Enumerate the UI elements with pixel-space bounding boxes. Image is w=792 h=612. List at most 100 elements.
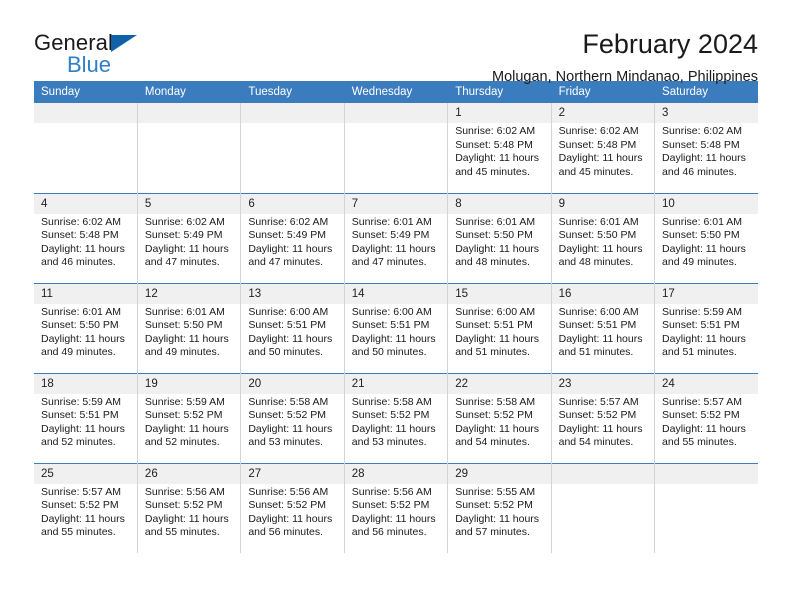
day-number: 12 bbox=[137, 283, 241, 304]
sunset-time: Sunset: 5:52 PM bbox=[351, 409, 430, 422]
sunset-time: Sunset: 5:49 PM bbox=[351, 229, 430, 242]
calendar-day-cell[interactable]: 20 Sunrise: 5:58 AM Sunset: 5:52 PM Dayligh… bbox=[240, 372, 345, 463]
day-number: 1 bbox=[448, 103, 551, 123]
calendar-day-cell[interactable]: 21 Sunrise: 5:58 AM Sunset: 5:52 PM Dayligh… bbox=[344, 372, 449, 463]
daylight-duration-line2: and 53 minutes. bbox=[248, 436, 324, 449]
calendar-day-cell[interactable]: 12 Sunrise: 6:01 AM Sunset: 5:50 PM Dayligh… bbox=[137, 282, 242, 373]
brand-logo[interactable]: General Blue bbox=[34, 28, 164, 77]
calendar-day-cell[interactable]: 19 Sunrise: 5:59 AM Sunset: 5:52 PM Dayligh… bbox=[137, 372, 242, 463]
day-number bbox=[137, 103, 241, 123]
daylight-duration-line1: Daylight: 11 hours bbox=[41, 242, 125, 255]
sunrise-time: Sunrise: 5:56 AM bbox=[144, 485, 225, 498]
daylight-duration-line2: and 55 minutes. bbox=[144, 526, 220, 539]
calendar-day-cell[interactable]: 27 Sunrise: 5:56 AM Sunset: 5:52 PM Dayligh… bbox=[240, 462, 345, 553]
day-details: Sunrise: 5:56 AM Sunset: 5:52 PM Daylight:… bbox=[241, 484, 343, 540]
calendar-day-cell[interactable]: 16 Sunrise: 6:00 AM Sunset: 5:51 PM Dayligh… bbox=[551, 282, 656, 373]
day-details: Sunrise: 6:01 AM Sunset: 5:50 PM Daylight:… bbox=[448, 214, 550, 270]
sunrise-time: Sunrise: 5:56 AM bbox=[248, 485, 329, 498]
calendar-week-row: 18 Sunrise: 5:59 AM Sunset: 5:51 PM Dayligh… bbox=[34, 372, 758, 463]
page-header: General Blue February 2024 Molugan, Nort… bbox=[34, 0, 758, 85]
sunset-time: Sunset: 5:52 PM bbox=[351, 499, 430, 512]
day-number: 16 bbox=[551, 283, 655, 304]
calendar-day-cell[interactable]: 8 Sunrise: 6:01 AM Sunset: 5:50 PM Daylight… bbox=[447, 192, 552, 283]
calendar-cell-empty bbox=[344, 103, 449, 193]
daylight-duration-line1: Daylight: 11 hours bbox=[558, 242, 643, 255]
day-number bbox=[344, 103, 448, 123]
calendar-day-cell[interactable]: 3 Sunrise: 6:02 AM Sunset: 5:48 PM Daylight… bbox=[654, 103, 758, 193]
calendar-day-cell[interactable]: 28 Sunrise: 5:56 AM Sunset: 5:52 PM Dayligh… bbox=[344, 462, 449, 553]
day-number: 25 bbox=[34, 463, 137, 484]
daylight-duration-line2: and 47 minutes. bbox=[248, 256, 324, 269]
calendar-day-cell[interactable]: 22 Sunrise: 5:58 AM Sunset: 5:52 PM Dayligh… bbox=[447, 372, 552, 463]
calendar-day-cell[interactable]: 26 Sunrise: 5:56 AM Sunset: 5:52 PM Dayligh… bbox=[137, 462, 242, 553]
day-details: Sunrise: 5:56 AM Sunset: 5:52 PM Daylight:… bbox=[138, 484, 240, 540]
calendar-day-cell[interactable]: 1 Sunrise: 6:02 AM Sunset: 5:48 PM Daylight… bbox=[447, 103, 552, 193]
calendar-day-cell[interactable]: 11 Sunrise: 6:01 AM Sunset: 5:50 PM Dayligh… bbox=[34, 282, 138, 373]
day-details: Sunrise: 5:57 AM Sunset: 5:52 PM Daylight:… bbox=[34, 484, 137, 540]
day-number: 20 bbox=[241, 373, 344, 394]
calendar-day-cell[interactable]: 5 Sunrise: 6:02 AM Sunset: 5:49 PM Daylight… bbox=[137, 192, 242, 283]
calendar-day-cell[interactable]: 4 Sunrise: 6:02 AM Sunset: 5:48 PM Daylight… bbox=[34, 192, 138, 283]
daylight-duration-line2: and 49 minutes. bbox=[144, 346, 220, 359]
calendar-day-cell[interactable]: 9 Sunrise: 6:01 AM Sunset: 5:50 PM Daylight… bbox=[551, 192, 656, 283]
calendar-day-cell[interactable]: 25 Sunrise: 5:57 AM Sunset: 5:52 PM Dayligh… bbox=[34, 462, 138, 553]
day-details: Sunrise: 5:58 AM Sunset: 5:52 PM Daylight:… bbox=[345, 394, 447, 450]
calendar-day-cell[interactable]: 29 Sunrise: 5:55 AM Sunset: 5:52 PM Dayligh… bbox=[447, 462, 552, 553]
sunrise-time: Sunrise: 5:58 AM bbox=[248, 395, 329, 408]
calendar-day-cell[interactable]: 14 Sunrise: 6:00 AM Sunset: 5:51 PM Dayligh… bbox=[344, 282, 449, 373]
daylight-duration-line2: and 47 minutes. bbox=[144, 256, 220, 269]
calendar-day-cell[interactable]: 15 Sunrise: 6:00 AM Sunset: 5:51 PM Dayligh… bbox=[447, 282, 552, 373]
sunrise-time: Sunrise: 6:01 AM bbox=[144, 305, 225, 318]
sunrise-time: Sunrise: 6:02 AM bbox=[662, 125, 742, 137]
calendar-day-cell[interactable]: 24 Sunrise: 5:57 AM Sunset: 5:52 PM Dayligh… bbox=[654, 372, 758, 463]
day-number: 22 bbox=[448, 373, 551, 394]
calendar-week-row: 1 Sunrise: 6:02 AM Sunset: 5:48 PM Daylight… bbox=[34, 103, 758, 193]
calendar-day-cell[interactable]: 2 Sunrise: 6:02 AM Sunset: 5:48 PM Daylight… bbox=[551, 103, 656, 193]
sunset-time: Sunset: 5:51 PM bbox=[248, 319, 326, 332]
daylight-duration-line2: and 46 minutes. bbox=[41, 256, 116, 269]
day-number: 19 bbox=[137, 373, 241, 394]
calendar-day-cell[interactable]: 17 Sunrise: 5:59 AM Sunset: 5:51 PM Dayligh… bbox=[654, 282, 758, 373]
day-number: 2 bbox=[551, 103, 655, 123]
calendar-day-cell[interactable]: 13 Sunrise: 6:00 AM Sunset: 5:51 PM Dayligh… bbox=[240, 282, 345, 373]
daylight-duration-line2: and 50 minutes. bbox=[248, 346, 324, 359]
calendar-day-cell[interactable]: 18 Sunrise: 5:59 AM Sunset: 5:51 PM Dayligh… bbox=[34, 372, 138, 463]
sunrise-time: Sunrise: 6:00 AM bbox=[351, 305, 432, 318]
calendar-day-cell[interactable]: 10 Sunrise: 6:01 AM Sunset: 5:50 PM Dayligh… bbox=[654, 192, 758, 283]
calendar-day-cell[interactable]: 23 Sunrise: 5:57 AM Sunset: 5:52 PM Dayligh… bbox=[551, 372, 656, 463]
calendar-cell-empty bbox=[34, 103, 138, 193]
day-number: 14 bbox=[344, 283, 448, 304]
day-number bbox=[241, 103, 344, 123]
brand-name-blue: Blue bbox=[67, 52, 112, 77]
day-number: 6 bbox=[241, 193, 344, 214]
sunset-time: Sunset: 5:52 PM bbox=[144, 409, 223, 422]
daylight-duration-line1: Daylight: 11 hours bbox=[662, 242, 746, 255]
day-details: Sunrise: 6:00 AM Sunset: 5:51 PM Daylight:… bbox=[552, 304, 654, 360]
sunset-time: Sunset: 5:52 PM bbox=[144, 499, 223, 512]
day-details: Sunrise: 6:02 AM Sunset: 5:49 PM Daylight:… bbox=[241, 214, 343, 270]
daylight-duration-line2: and 53 minutes. bbox=[351, 436, 427, 449]
day-number: 3 bbox=[655, 103, 758, 123]
sunset-time: Sunset: 5:52 PM bbox=[41, 499, 119, 512]
sunrise-time: Sunrise: 6:02 AM bbox=[558, 125, 639, 137]
calendar-week-row: 4 Sunrise: 6:02 AM Sunset: 5:48 PM Daylight… bbox=[34, 192, 758, 283]
day-number: 13 bbox=[241, 283, 344, 304]
day-number bbox=[655, 463, 758, 484]
daylight-duration-line1: Daylight: 11 hours bbox=[455, 332, 540, 345]
calendar-week-row: 11 Sunrise: 6:01 AM Sunset: 5:50 PM Dayligh… bbox=[34, 282, 758, 373]
calendar-day-cell[interactable]: 7 Sunrise: 6:01 AM Sunset: 5:49 PM Daylight… bbox=[344, 192, 449, 283]
daylight-duration-line2: and 48 minutes. bbox=[455, 256, 530, 269]
sunset-time: Sunset: 5:50 PM bbox=[144, 319, 223, 332]
weekday-header-tuesday: Tuesday bbox=[240, 81, 345, 103]
daylight-duration-line2: and 51 minutes. bbox=[558, 346, 634, 359]
sunrise-sunset-calendar: Sunday Monday Tuesday Wednesday Thursday… bbox=[34, 81, 758, 553]
sunrise-time: Sunrise: 5:58 AM bbox=[351, 395, 432, 408]
daylight-duration-line1: Daylight: 11 hours bbox=[41, 422, 125, 435]
day-details: Sunrise: 6:01 AM Sunset: 5:49 PM Daylight:… bbox=[345, 214, 447, 270]
day-details: Sunrise: 6:01 AM Sunset: 5:50 PM Daylight:… bbox=[138, 304, 240, 360]
sunrise-time: Sunrise: 6:02 AM bbox=[144, 215, 225, 228]
daylight-duration-line1: Daylight: 11 hours bbox=[351, 512, 436, 525]
sunset-time: Sunset: 5:52 PM bbox=[558, 409, 637, 422]
calendar-day-cell[interactable]: 6 Sunrise: 6:02 AM Sunset: 5:49 PM Daylight… bbox=[240, 192, 345, 283]
daylight-duration-line1: Daylight: 11 hours bbox=[351, 242, 436, 255]
